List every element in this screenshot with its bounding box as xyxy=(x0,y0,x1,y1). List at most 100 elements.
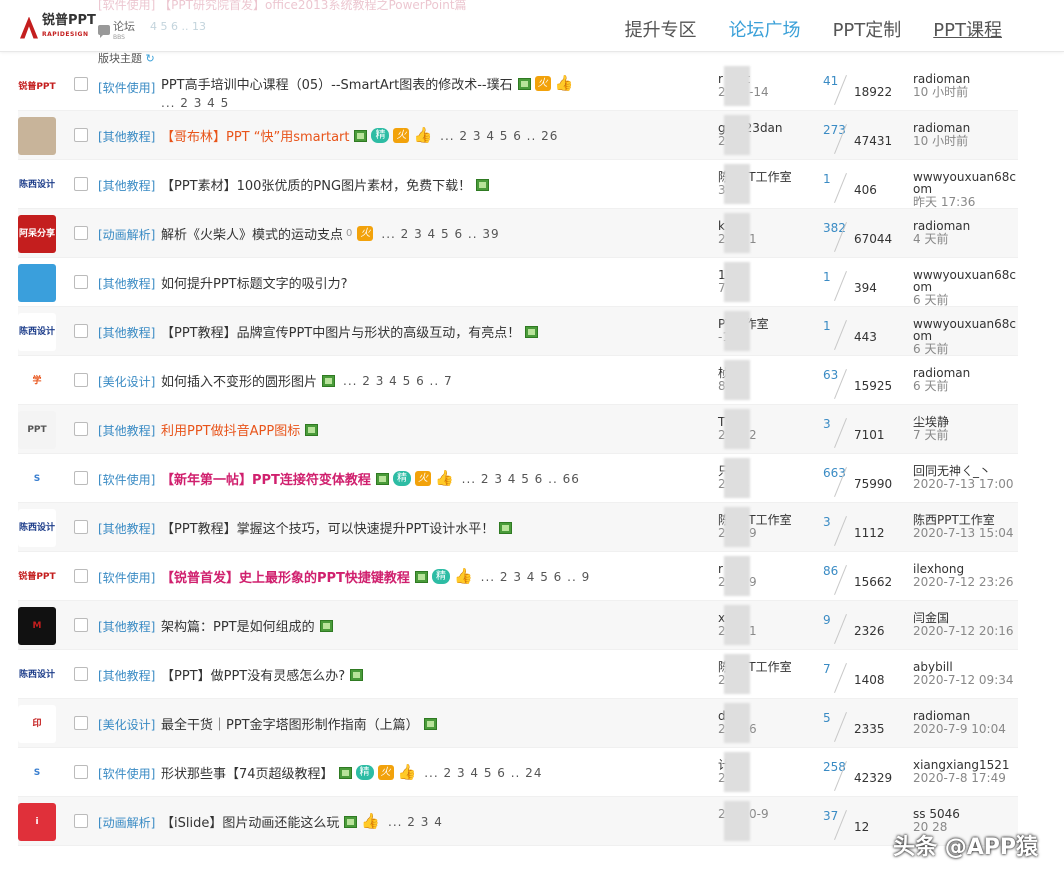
page-links[interactable]: ... 2 3 4 5 xyxy=(161,96,229,110)
avatar[interactable]: 印 xyxy=(18,705,56,743)
select-checkbox[interactable] xyxy=(74,275,88,289)
category-link[interactable]: [美化设计] xyxy=(98,373,155,390)
last-post-time[interactable]: 10 小时前 xyxy=(913,135,1023,147)
select-checkbox[interactable] xyxy=(74,520,88,534)
thread-title-link[interactable]: 【PPT教程】品牌宣传PPT中图片与形状的高级互动，有亮点！ xyxy=(161,322,520,341)
table-row[interactable]: 锐普PPT [软件使用] PPT高手培训中心课程（05）--SmartArt图表的修… xyxy=(18,62,1018,111)
category-link[interactable]: [其他教程] xyxy=(98,520,155,537)
last-post-time[interactable]: 2020-7-13 17:00 xyxy=(913,478,1023,490)
last-post[interactable]: radioman 10 小时前 xyxy=(913,73,1023,98)
select-checkbox[interactable] xyxy=(74,373,88,387)
last-post[interactable]: wwwyouxuan68com 昨天 17:36 xyxy=(913,171,1023,208)
reply-count[interactable]: 1 xyxy=(823,172,831,186)
thread-title-link[interactable]: 【锐普首发】史上最形象的PPT快捷键教程 xyxy=(161,567,410,586)
last-post-user[interactable]: radioman xyxy=(913,219,970,233)
page-links[interactable]: ... 2 3 4 5 6 .. 26 xyxy=(440,129,558,143)
avatar[interactable]: i xyxy=(18,803,56,841)
last-post[interactable]: radioman 4 天前 xyxy=(913,220,1023,245)
category-link[interactable]: [美化设计] xyxy=(98,716,155,733)
table-row[interactable]: 印[美化设计]最全干货｜PPT金字塔图形制作指南（上篇）d 2 2-265233… xyxy=(18,699,1018,748)
last-post-user[interactable]: 闫金国 xyxy=(913,611,949,625)
last-post[interactable]: xiangxiang1521 2020-7-8 17:49 xyxy=(913,759,1023,784)
avatar[interactable]: 陈西设计 xyxy=(18,509,56,547)
last-post-time[interactable]: 2020-7-12 20:16 xyxy=(913,625,1023,637)
select-checkbox[interactable] xyxy=(74,716,88,730)
select-checkbox[interactable] xyxy=(74,128,88,142)
thread-title-link[interactable]: 【PPT】做PPT没有灵感怎么办? xyxy=(161,665,345,684)
last-post[interactable]: radioman 2020-7-9 10:04 xyxy=(913,710,1023,735)
last-post-user[interactable]: radioman xyxy=(913,709,970,723)
table-row[interactable]: S [软件使用] 形状那些事【74页超级教程】 精火 👍 ... 2 3 4 5 6 ..… xyxy=(18,748,1018,797)
avatar[interactable]: 锐普PPT xyxy=(18,68,56,106)
table-row[interactable]: 陈西设计 [其他教程] 【PPT教程】掌握这个技巧，可以快速提升PPT设计水平！陈 … xyxy=(18,503,1018,552)
reply-count[interactable]: 3 xyxy=(823,417,831,431)
last-post-user[interactable]: xiangxiang1521 xyxy=(913,758,1010,772)
thread-title-link[interactable]: 如何提升PPT标题文字的吸引力? xyxy=(161,273,348,292)
table-row[interactable]: 陈西设计[其他教程]【PPT】做PPT没有灵感怎么办?陈 PPT工作室2 197… xyxy=(18,650,1018,699)
thread-title-link[interactable]: 解析《火柴人》模式的运动支点 xyxy=(161,224,343,243)
avatar[interactable]: 阿呆分享 xyxy=(18,215,56,253)
page-links[interactable]: ... 2 3 4 5 6 .. 39 xyxy=(381,227,499,241)
nav-kecheng[interactable]: PPT课程 xyxy=(933,16,1002,42)
thread-title-link[interactable]: 架构篇：PPT是如何组成的 xyxy=(161,616,315,635)
category-link[interactable]: [软件使用] xyxy=(98,569,155,586)
table-row[interactable]: 陈西设计 [其他教程] 【PPT教程】品牌宣传PPT中图片与形状的高级互动，有亮点！… xyxy=(18,307,1018,356)
avatar[interactable]: M xyxy=(18,607,56,645)
category-link[interactable]: [其他教程] xyxy=(98,422,155,439)
last-post-user[interactable]: ilexhong xyxy=(913,562,964,576)
table-row[interactable]: M[其他教程]架构篇：PPT是如何组成的x 222 7-2192326闫金国20… xyxy=(18,601,1018,650)
category-link[interactable]: [其他教程] xyxy=(98,128,155,145)
category-link[interactable]: [其他教程] xyxy=(98,275,155,292)
select-checkbox[interactable] xyxy=(74,814,88,828)
last-post[interactable]: wwwyouxuan68com 6 天前 xyxy=(913,318,1023,355)
last-post-user[interactable]: radioman xyxy=(913,121,970,135)
last-post-user[interactable]: 陈西PPT工作室 xyxy=(913,513,995,527)
last-post-user[interactable]: ss 5046 xyxy=(913,807,960,821)
category-link[interactable]: [动画解析] xyxy=(98,226,155,243)
avatar[interactable]: 陈西设计 xyxy=(18,166,56,204)
site-logo[interactable]: 锐普PPT RAPIDESIGN xyxy=(20,14,96,41)
table-row[interactable]: 阿呆分享 [动画解析] 解析《火柴人》模式的运动支点 0 火 ... 2 3 4 5 6 … xyxy=(18,209,1018,258)
last-post-time[interactable]: 10 小时前 xyxy=(913,86,1023,98)
last-post[interactable]: wwwyouxuan68com 6 天前 xyxy=(913,269,1023,306)
last-post-user[interactable]: wwwyouxuan68com xyxy=(913,170,1016,196)
avatar[interactable]: 陈西设计 xyxy=(18,313,56,351)
last-post-user[interactable]: radioman xyxy=(913,366,970,380)
avatar[interactable]: S xyxy=(18,754,56,792)
table-row[interactable]: [其他教程] 【哥布林】PPT “快”用smartart 精火 👍 ... 2 3 4 … xyxy=(18,111,1018,160)
page-links[interactable]: ... 2 3 4 5 6 .. 24 xyxy=(424,766,542,780)
reply-count[interactable]: 86 xyxy=(823,564,838,578)
avatar[interactable]: 学 xyxy=(18,362,56,400)
category-link[interactable]: [软件使用] xyxy=(98,765,155,782)
select-checkbox[interactable] xyxy=(74,471,88,485)
category-link[interactable]: [软件使用] xyxy=(98,79,155,96)
reply-count[interactable]: 1 xyxy=(823,319,831,333)
select-checkbox[interactable] xyxy=(74,226,88,240)
category-link[interactable]: [动画解析] xyxy=(98,814,155,831)
last-post[interactable]: 回同无神ㄑ_丶 2020-7-13 17:00 xyxy=(913,465,1023,490)
thread-title-link[interactable]: PPT高手培训中心课程（05）--SmartArt图表的修改术--璞石 xyxy=(161,74,513,93)
last-post-user[interactable]: wwwyouxuan68com xyxy=(913,317,1016,343)
thread-title-link[interactable]: 形状那些事【74页超级教程】 xyxy=(161,763,334,782)
last-post[interactable]: 陈西PPT工作室 2020-7-13 15:04 xyxy=(913,514,1023,539)
category-link[interactable]: [其他教程] xyxy=(98,618,155,635)
page-links[interactable]: ... 2 3 4 xyxy=(388,815,443,829)
last-post-user[interactable]: 尘埃静 xyxy=(913,415,949,429)
table-row[interactable]: S [软件使用] 【新年第一帖】PPT连接符变体教程 精火 👍 ... 2 3 4 5 6… xyxy=(18,454,1018,503)
table-row[interactable]: i[动画解析]【iSlide】图片动画还能这么玩👍... 2 3 4 2 0-1… xyxy=(18,797,1018,846)
avatar[interactable] xyxy=(18,264,56,302)
reply-count[interactable]: 3 xyxy=(823,515,831,529)
last-post-user[interactable]: 回同无神ㄑ_丶 xyxy=(913,464,991,478)
table-row[interactable]: 学[美化设计]如何插入不变形的圆形图片... 2 3 4 5 6 .. 7桢 8… xyxy=(18,356,1018,405)
last-post-time[interactable]: 7 天前 xyxy=(913,429,1023,441)
last-post[interactable]: radioman 6 天前 xyxy=(913,367,1023,392)
last-post-user[interactable]: abybill xyxy=(913,660,953,674)
reply-count[interactable]: 7 xyxy=(823,662,831,676)
last-post-time[interactable]: 昨天 17:36 xyxy=(913,196,1023,208)
thread-title-link[interactable]: 【PPT教程】掌握这个技巧，可以快速提升PPT设计水平！ xyxy=(161,518,494,537)
page-links[interactable]: ... 2 3 4 5 6 .. 66 xyxy=(462,472,580,486)
category-link[interactable]: [其他教程] xyxy=(98,324,155,341)
select-checkbox[interactable] xyxy=(74,569,88,583)
reply-count[interactable]: 9 xyxy=(823,613,831,627)
page-links[interactable]: ... 2 3 4 5 6 .. 7 xyxy=(343,374,453,388)
